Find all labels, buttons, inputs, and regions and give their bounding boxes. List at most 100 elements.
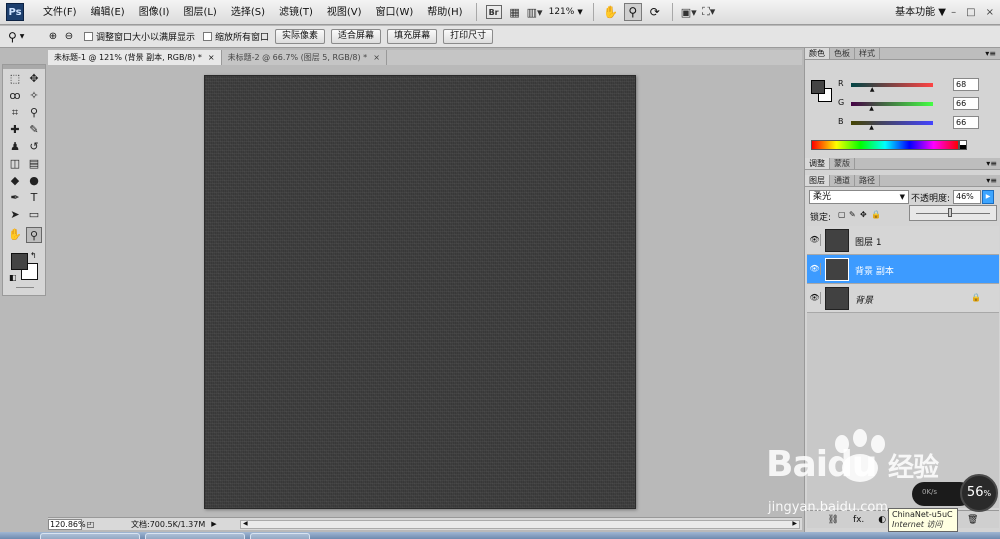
marquee-tool-icon[interactable]: ⬚ [7,71,23,87]
print-size-button[interactable]: 打印尺寸 [443,29,494,44]
channel-slider-track[interactable] [851,102,933,106]
eyedropper-tool-icon[interactable]: ⚲ [26,105,42,121]
tab-color[interactable]: 颜色 [805,48,830,59]
layer-row[interactable]: 👁 背景 副本 [807,255,999,284]
quick-mask-icon[interactable] [16,287,34,293]
menu-item[interactable]: 选择(S) [224,0,272,25]
path-selection-tool-icon[interactable]: ➤ [7,207,23,223]
fill-screen-button[interactable]: 填充屏幕 [387,29,438,44]
rotate-view-icon[interactable]: ⟳ [646,3,664,21]
zoom-out-icon[interactable]: ⊖ [62,30,76,44]
taskbar-button[interactable] [145,533,245,539]
zoom-tool-icon[interactable]: ⚲ [26,227,42,243]
document-tab-1[interactable]: 未标题-1 @ 121% (背景 副本, RGB/8) * × [48,50,222,65]
menu-item[interactable]: 文件(F) [36,0,84,25]
minimize-button[interactable]: – [951,0,956,25]
channel-value-input[interactable]: 66 [953,116,979,129]
type-tool-icon[interactable]: T [26,190,42,206]
status-menu-arrow-icon[interactable]: ▶ [211,520,216,528]
black-white-swatch[interactable] [959,140,967,150]
channel-slider-thumb-icon[interactable]: ▲ [870,86,875,93]
brush-tool-icon[interactable]: ✎ [26,122,42,138]
channel-slider-thumb-icon[interactable]: ▲ [869,105,874,112]
maximize-button[interactable]: □ [966,0,975,25]
delete-layer-icon[interactable]: 🗑 [967,515,978,525]
bridge-button[interactable]: Br [485,5,502,19]
canvas-area[interactable] [48,65,802,517]
close-icon[interactable]: × [208,50,215,65]
close-icon[interactable]: × [373,50,380,65]
hand-tool-icon[interactable]: ✋ [7,227,23,243]
color-spectrum-bar[interactable] [811,140,959,150]
taskbar-button[interactable] [250,533,310,539]
channel-slider-track[interactable] [851,83,933,87]
pen-tool-icon[interactable]: ✒ [7,190,23,206]
opacity-dropdown-button[interactable]: ▶ [982,190,994,204]
layer-row[interactable]: 👁 图层 1 [807,226,999,255]
eye-icon[interactable]: 👁 [809,292,821,304]
tab-adjustments[interactable]: 调整 [805,158,830,169]
zoom-icon[interactable]: ⚲ [623,3,642,21]
panel-menu-icon[interactable]: ▾≡ [986,175,997,187]
status-zoom-field[interactable]: 120.86% [48,518,86,530]
eye-icon[interactable]: 👁 [809,234,821,246]
opacity-slider-thumb[interactable] [948,208,953,217]
menu-item[interactable]: 滤镜(T) [272,0,320,25]
lasso-tool-icon[interactable]: ꝏ [7,88,23,104]
eye-icon[interactable]: 👁 [809,263,821,275]
arrange-documents-icon[interactable]: ▣▾ [679,3,699,21]
panel-menu-icon[interactable]: ▾≡ [985,48,996,60]
channel-slider-track[interactable] [851,121,933,125]
document-canvas[interactable] [204,75,636,509]
panel-menu-icon[interactable]: ▾≡ [986,158,997,170]
crop-tool-icon[interactable]: ⌗ [7,105,23,121]
zoom-level-dropdown[interactable]: 121% ▼ [549,7,583,17]
view-extras-icon[interactable]: ▥▾ [525,3,545,21]
zoom-all-windows-checkbox[interactable]: 缩放所有窗口 [203,30,269,43]
horizontal-scrollbar[interactable]: ◀ ▶ [240,520,800,529]
magic-wand-tool-icon[interactable]: ✧ [26,88,42,104]
menu-item[interactable]: 视图(V) [320,0,369,25]
tab-layers[interactable]: 图层 [805,175,830,186]
tab-styles[interactable]: 样式 [855,48,880,59]
taskbar-button[interactable] [40,533,140,539]
layer-row[interactable]: 👁 背景 🔒 [807,284,999,313]
move-tool-icon[interactable]: ✥ [26,71,42,87]
network-speed-widget[interactable]: 0K/s 56% [912,474,998,512]
color-panel-foreground-swatch[interactable] [811,80,825,94]
opacity-slider-track[interactable] [916,213,990,214]
blur-tool-icon[interactable]: ◆ [7,173,23,189]
menu-item[interactable]: 图层(L) [176,0,223,25]
menu-item[interactable]: 编辑(E) [84,0,132,25]
blend-mode-select[interactable]: 柔光 ▼ [809,190,909,204]
hand-icon[interactable]: ✋ [602,3,620,21]
workspace-switcher[interactable]: 基本功能 ▼ [895,0,946,25]
healing-brush-tool-icon[interactable]: ✚ [7,122,23,138]
actual-pixels-button[interactable]: 实际像素 [275,29,326,44]
swap-colors-icon[interactable]: ↰ [30,251,37,260]
screen-mode-icon[interactable]: ⛶▾ [699,3,719,21]
close-button[interactable]: × [986,0,994,25]
scroll-left-icon[interactable]: ◀ [243,520,248,527]
tool-preset-picker[interactable]: ⚲ ▼ [8,28,38,46]
tab-paths[interactable]: 路径 [855,175,880,186]
channel-value-input[interactable]: 66 [953,97,979,110]
gradient-tool-icon[interactable]: ▤ [26,156,42,172]
dodge-tool-icon[interactable]: ● [26,173,42,189]
status-info-icon[interactable]: ◰ [85,519,96,530]
shape-tool-icon[interactable]: ▭ [26,207,42,223]
lock-transparent-icon[interactable]: ▢ [838,210,846,219]
default-colors-icon[interactable]: ◧ [9,273,17,282]
opacity-input[interactable]: 46% [953,190,981,204]
channel-slider-thumb-icon[interactable]: ▲ [869,124,874,131]
history-brush-tool-icon[interactable]: ↺ [26,139,42,155]
zoom-in-icon[interactable]: ⊕ [46,30,60,44]
menu-item[interactable]: 窗口(W) [369,0,421,25]
menu-item[interactable]: 图像(I) [132,0,177,25]
resize-windows-checkbox[interactable]: 调整窗口大小以满屏显示 [84,30,195,43]
tab-swatches[interactable]: 色板 [830,48,855,59]
eraser-tool-icon[interactable]: ◫ [7,156,23,172]
foreground-color-swatch[interactable] [11,253,28,270]
menu-item[interactable]: 帮助(H) [420,0,469,25]
clone-stamp-tool-icon[interactable]: ♟ [7,139,23,155]
